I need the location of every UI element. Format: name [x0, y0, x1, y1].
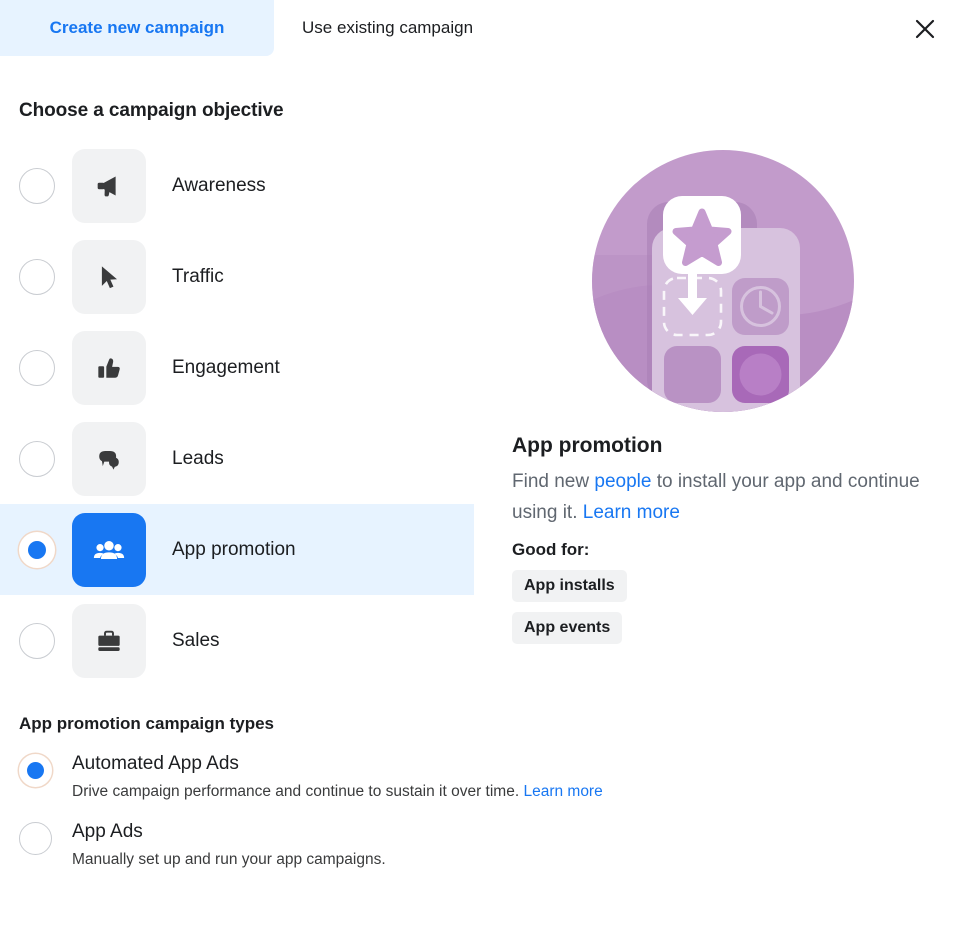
objective-icon-tile-engagement: [72, 330, 146, 405]
objective-label-engagement: Engagement: [172, 356, 280, 378]
detail-title: App promotion: [512, 434, 663, 457]
status-badge: App events: [512, 612, 623, 644]
illustration-wrap: [506, 140, 940, 412]
objective-row-app-promotion[interactable]: App promotion: [0, 504, 474, 595]
objective-icon-tile-sales: [72, 603, 146, 678]
page-title: Choose a campaign objective: [19, 100, 284, 121]
cursor-icon: [93, 261, 125, 293]
close-icon: [913, 17, 937, 41]
objective-radio-app-promotion[interactable]: [19, 531, 55, 568]
megaphone-icon: [92, 169, 126, 203]
dialog-content: Choose a campaign objective Awareness Tr…: [0, 100, 960, 870]
campaign-type-name-app-ads: App Ads: [72, 821, 143, 842]
detail-desc-part1: Find new: [512, 471, 595, 492]
objective-label-sales: Sales: [172, 629, 220, 651]
objective-label-leads: Leads: [172, 447, 224, 469]
campaign-type-name-automated-app-ads: Automated App Ads: [72, 753, 239, 774]
learn-more-link[interactable]: Learn more: [583, 502, 680, 523]
chat-bubbles-icon: [93, 443, 125, 475]
thumbs-up-icon: [93, 352, 125, 384]
badge-row: App events: [512, 612, 940, 654]
briefcase-icon: [93, 625, 125, 657]
badge-row: App installs: [512, 570, 940, 612]
campaign-types-section: App promotion campaign types Automated A…: [0, 714, 960, 870]
tab-create-new-campaign[interactable]: Create new campaign: [0, 0, 274, 56]
people-icon: [92, 533, 126, 567]
objective-radio-leads[interactable]: [19, 440, 55, 477]
objective-row-engagement[interactable]: Engagement: [0, 322, 474, 413]
objective-row-leads[interactable]: Leads: [0, 413, 474, 504]
objective-radio-awareness[interactable]: [19, 167, 55, 204]
objective-icon-tile-traffic: [72, 239, 146, 314]
tab-use-existing-campaign-label: Use existing campaign: [302, 18, 474, 37]
objective-icon-tile-app-promotion: [72, 512, 146, 587]
campaign-type-desc-text: Drive campaign performance and continue …: [72, 783, 520, 800]
objective-row-traffic[interactable]: Traffic: [0, 231, 474, 322]
objective-icon-tile-leads: [72, 421, 146, 496]
campaign-type-learn-more-link[interactable]: Learn more: [523, 783, 602, 800]
campaign-type-text-automated-app-ads: Automated App Ads Drive campaign perform…: [72, 752, 603, 802]
campaign-type-row-app-ads[interactable]: App Ads Manually set up and run your app…: [19, 820, 960, 870]
campaign-type-radio-app-ads[interactable]: [19, 822, 52, 855]
objective-columns: Awareness Traffic Engagement Leads App p…: [0, 140, 960, 686]
campaign-type-radio-automated-app-ads[interactable]: [19, 754, 52, 787]
objective-list: Awareness Traffic Engagement Leads App p…: [0, 140, 474, 686]
objective-icon-tile-awareness: [72, 148, 146, 223]
objective-radio-sales[interactable]: [19, 622, 55, 659]
good-for-label: Good for:: [512, 540, 590, 559]
campaign-type-text-app-ads: App Ads Manually set up and run your app…: [72, 820, 386, 870]
campaign-type-row-automated-app-ads[interactable]: Automated App Ads Drive campaign perform…: [19, 752, 960, 802]
objective-row-sales[interactable]: Sales: [0, 595, 474, 686]
campaign-types-title: App promotion campaign types: [19, 714, 275, 733]
good-for-badges: App installs App events: [512, 570, 940, 654]
objective-label-traffic: Traffic: [172, 265, 224, 287]
campaign-type-desc-text: Manually set up and run your app campaig…: [72, 851, 386, 868]
tab-use-existing-campaign[interactable]: Use existing campaign: [274, 0, 501, 56]
objective-detail-panel: App promotion Find new people to install…: [474, 140, 960, 686]
tab-bar: Create new campaign Use existing campaig…: [0, 0, 960, 56]
people-link[interactable]: people: [594, 471, 651, 492]
objective-row-awareness[interactable]: Awareness: [0, 140, 474, 231]
close-button[interactable]: [908, 12, 942, 46]
status-badge: App installs: [512, 570, 627, 602]
detail-description: Find new people to install your app and …: [512, 466, 922, 528]
tab-create-new-campaign-label: Create new campaign: [49, 18, 225, 37]
campaign-type-desc-app-ads: Manually set up and run your app campaig…: [72, 850, 386, 870]
objective-radio-engagement[interactable]: [19, 349, 55, 386]
objective-label-awareness: Awareness: [172, 174, 266, 196]
objective-label-app-promotion: App promotion: [172, 538, 296, 560]
app-promotion-illustration: [592, 150, 854, 412]
campaign-type-desc-automated-app-ads: Drive campaign performance and continue …: [72, 782, 603, 802]
objective-radio-traffic[interactable]: [19, 258, 55, 295]
